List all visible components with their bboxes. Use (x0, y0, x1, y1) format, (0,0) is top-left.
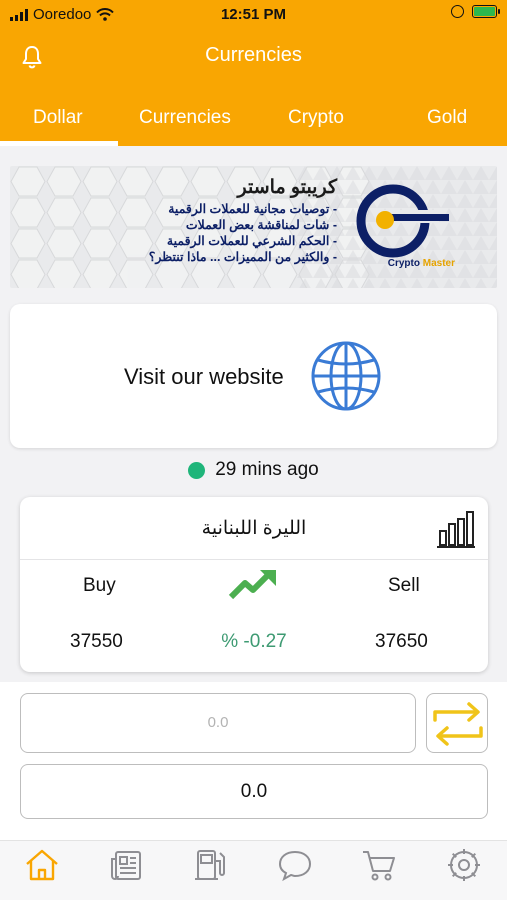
orientation-lock-icon (451, 5, 464, 18)
app-header: Ooredoo 12:51 PM Currencies Dollar Curre… (0, 0, 507, 146)
tab-crypto[interactable]: Crypto (288, 107, 344, 129)
logo-word-crypto: Crypto (387, 258, 420, 269)
status-time: 12:51 PM (220, 6, 287, 23)
banner-line: - شات لمناقشة بعض العملات (185, 218, 337, 232)
settings-icon[interactable] (446, 847, 482, 883)
status-dot (188, 461, 206, 479)
rate-card[interactable]: الليرة اللبنانية Buy Sell 37550 % -0.27 … (20, 497, 488, 672)
logo-word-master: Master (422, 258, 455, 269)
logo-text: Crypto Master (388, 258, 455, 269)
tab-currencies[interactable]: Currencies (139, 107, 231, 129)
cart-icon[interactable] (361, 847, 397, 883)
page-title: Currencies (205, 44, 302, 66)
swap-button[interactable] (426, 693, 488, 753)
swap-icon (433, 702, 483, 746)
banner-text: كريبتو ماستر - توصيات مجانية للعملات الر… (149, 176, 337, 265)
converted-output[interactable]: 0.0 (20, 764, 488, 819)
rate-card-header: الليرة اللبنانية (20, 497, 488, 560)
last-update: 29 mins ago (0, 459, 507, 481)
banner-line: - الحكم الشرعي للعملات الرقمية (166, 234, 337, 248)
globe-icon (311, 341, 381, 411)
news-icon[interactable] (109, 847, 145, 883)
visit-website-label: Visit our website (124, 364, 284, 389)
visit-website-card[interactable]: Visit our website (10, 304, 497, 448)
chat-icon[interactable] (277, 847, 313, 883)
currency-name: الليرة اللبنانية (201, 518, 307, 539)
sell-value: 37650 (375, 631, 428, 652)
tab-dollar[interactable]: Dollar (33, 107, 83, 129)
banner-line: - والكثير من المميزات ... ماذا تنتظر؟ (148, 250, 337, 264)
bar-chart-icon[interactable] (436, 509, 476, 549)
trend-up-icon (228, 570, 276, 600)
active-tab-indicator (0, 141, 118, 146)
last-update-text: 29 mins ago (215, 459, 319, 480)
banner-heading: كريبتو ماستر (237, 177, 337, 198)
bottom-nav (0, 840, 507, 900)
tab-gold[interactable]: Gold (427, 107, 467, 129)
status-bar: Ooredoo 12:51 PM (0, 0, 507, 30)
sell-label: Sell (388, 575, 420, 596)
home-icon[interactable] (24, 847, 60, 883)
banner-line: - توصيات مجانية للعملات الرقمية (168, 202, 337, 216)
fuel-icon[interactable] (192, 847, 228, 883)
amount-input[interactable]: 0.0 (20, 693, 416, 753)
tab-bar: Dollar Currencies Crypto Gold (0, 100, 507, 146)
promo-banner[interactable]: كريبتو ماستر - توصيات مجانية للعملات الر… (10, 166, 497, 288)
buy-label: Buy (83, 575, 116, 596)
battery-icon (472, 5, 500, 18)
